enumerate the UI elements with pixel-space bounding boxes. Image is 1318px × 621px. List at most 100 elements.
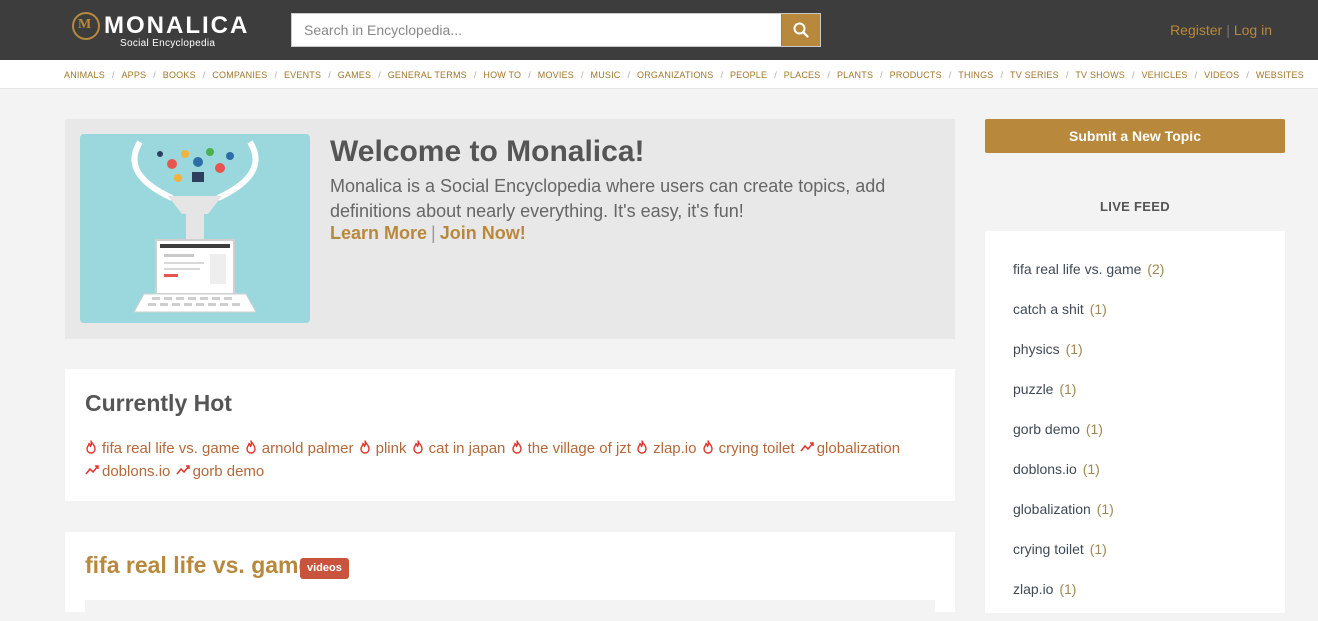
- welcome-text: Monalica is a Social Encyclopedia where …: [330, 176, 886, 221]
- category-link-places[interactable]: PLACES: [784, 70, 821, 80]
- category-item: ORGANIZATIONS /: [637, 70, 730, 80]
- live-feed-item: zlap.io (1): [1013, 581, 1164, 621]
- category-separator: /: [1000, 70, 1004, 80]
- category-separator: /: [1246, 70, 1249, 80]
- category-link-apps[interactable]: APPS: [121, 70, 146, 80]
- category-link-how-to[interactable]: HOW TO: [483, 70, 521, 80]
- category-item: PLANTS /: [837, 70, 890, 80]
- category-separator: /: [1194, 70, 1198, 80]
- category-link-tv-shows[interactable]: TV SHOWS: [1075, 70, 1125, 80]
- category-separator: /: [827, 70, 830, 80]
- hot-topic-link[interactable]: cat in japan: [429, 440, 506, 457]
- learn-more-link[interactable]: Learn More: [330, 223, 427, 243]
- category-item: WEBSITES: [1256, 70, 1304, 80]
- live-feed-count: (1): [1082, 461, 1100, 477]
- category-link-products[interactable]: PRODUCTS: [890, 70, 942, 80]
- category-link-people[interactable]: PEOPLE: [730, 70, 767, 80]
- live-feed-link[interactable]: catch a shit: [1013, 301, 1084, 317]
- category-link-games[interactable]: GAMES: [338, 70, 372, 80]
- login-link[interactable]: Log in: [1234, 22, 1272, 38]
- hot-topic-link[interactable]: zlap.io: [653, 440, 696, 457]
- category-link-general-terms[interactable]: GENERAL TERMS: [388, 70, 467, 80]
- welcome-panel: Welcome to Monalica! Monalica is a Socia…: [65, 119, 955, 339]
- flame-icon: [85, 439, 97, 454]
- category-item: GAMES /: [338, 70, 388, 80]
- category-link-videos[interactable]: VIDEOS: [1204, 70, 1239, 80]
- category-separator: /: [274, 70, 277, 80]
- category-separator: /: [1065, 70, 1069, 80]
- category-link-companies[interactable]: COMPANIES: [212, 70, 267, 80]
- live-feed-item: gorb demo (1): [1013, 421, 1164, 461]
- category-item: PEOPLE /: [730, 70, 784, 80]
- category-separator: /: [1131, 70, 1135, 80]
- topic-media-area: [85, 600, 935, 612]
- live-feed-count: (1): [1059, 381, 1077, 397]
- currently-hot-panel: Currently Hot fifa real life vs. game ar…: [65, 369, 955, 501]
- hot-topics-list: fifa real life vs. game arnold palmer pl…: [85, 437, 925, 483]
- live-feed-count: (1): [1059, 581, 1077, 597]
- search-bar: [291, 13, 821, 47]
- live-feed-count: (1): [1096, 501, 1114, 517]
- submit-topic-button[interactable]: Submit a New Topic: [985, 119, 1285, 153]
- category-separator: /: [528, 70, 531, 80]
- live-feed-link[interactable]: puzzle: [1013, 381, 1053, 397]
- topic-category-badge[interactable]: videos: [300, 558, 349, 579]
- category-link-plants[interactable]: PLANTS: [837, 70, 873, 80]
- join-now-link[interactable]: Join Now!: [440, 223, 526, 243]
- live-feed-link[interactable]: physics: [1013, 341, 1060, 357]
- category-item: APPS /: [121, 70, 162, 80]
- live-feed-link[interactable]: fifa real life vs. game: [1013, 261, 1141, 277]
- category-item: COMPANIES /: [212, 70, 284, 80]
- search-input[interactable]: [292, 14, 782, 46]
- live-feed-title: LIVE FEED: [985, 183, 1285, 231]
- live-feed-link[interactable]: zlap.io: [1013, 581, 1053, 597]
- hot-topic-link[interactable]: doblons.io: [102, 463, 170, 480]
- trending-icon: [85, 460, 99, 475]
- hot-topic-link[interactable]: fifa real life vs. game: [102, 440, 240, 457]
- category-link-tv-series[interactable]: TV SERIES: [1010, 70, 1059, 80]
- category-separator: /: [880, 70, 883, 80]
- currently-hot-title: Currently Hot: [85, 390, 232, 416]
- register-link[interactable]: Register: [1170, 22, 1222, 38]
- category-item: HOW TO /: [483, 70, 537, 80]
- hot-topic-link[interactable]: arnold palmer: [262, 440, 354, 457]
- live-feed-link[interactable]: crying toilet: [1013, 541, 1084, 557]
- live-feed-link[interactable]: gorb demo: [1013, 421, 1080, 437]
- auth-links: Register | Log in: [1170, 22, 1272, 38]
- live-feed-count: (1): [1089, 301, 1107, 317]
- live-feed-link[interactable]: globalization: [1013, 501, 1091, 517]
- category-link-vehicles[interactable]: VEHICLES: [1141, 70, 1187, 80]
- category-nav: ANIMALS / APPS / BOOKS / COMPANIES / EVENTS / GAME…: [0, 60, 1318, 89]
- welcome-links-separator: |: [431, 223, 436, 243]
- hot-topic-item: zlap.io: [636, 440, 696, 457]
- live-feed-count: (1): [1085, 421, 1103, 437]
- category-separator: /: [948, 70, 952, 80]
- category-separator: /: [153, 70, 156, 80]
- category-link-animals[interactable]: ANIMALS: [64, 70, 105, 80]
- hot-topic-link[interactable]: crying toilet: [719, 440, 795, 457]
- hot-topic-link[interactable]: globalization: [817, 440, 900, 457]
- category-link-events[interactable]: EVENTS: [284, 70, 321, 80]
- live-feed-item: catch a shit (1): [1013, 301, 1164, 341]
- hot-topic-item: cat in japan: [412, 440, 506, 457]
- category-link-books[interactable]: BOOKS: [163, 70, 196, 80]
- category-item: THINGS /: [958, 70, 1010, 80]
- topic-title[interactable]: fifa real life vs. game: [85, 552, 311, 579]
- flame-icon: [245, 439, 257, 454]
- hot-topic-link[interactable]: gorb demo: [193, 463, 265, 480]
- category-item: EVENTS /: [284, 70, 338, 80]
- auth-separator: |: [1226, 22, 1230, 38]
- search-button[interactable]: [781, 14, 820, 46]
- category-link-movies[interactable]: MOVIES: [538, 70, 574, 80]
- flame-icon: [636, 439, 648, 454]
- hot-topic-link[interactable]: plink: [376, 440, 407, 457]
- category-separator: /: [328, 70, 331, 80]
- category-link-things[interactable]: THINGS: [958, 70, 993, 80]
- category-link-organizations[interactable]: ORGANIZATIONS: [637, 70, 713, 80]
- live-feed-link[interactable]: doblons.io: [1013, 461, 1077, 477]
- category-link-music[interactable]: MUSIC: [591, 70, 621, 80]
- hot-topic-link[interactable]: the village of jzt: [528, 440, 631, 457]
- search-icon: [793, 22, 809, 38]
- category-link-websites[interactable]: WEBSITES: [1256, 70, 1304, 80]
- category-separator: /: [378, 70, 381, 80]
